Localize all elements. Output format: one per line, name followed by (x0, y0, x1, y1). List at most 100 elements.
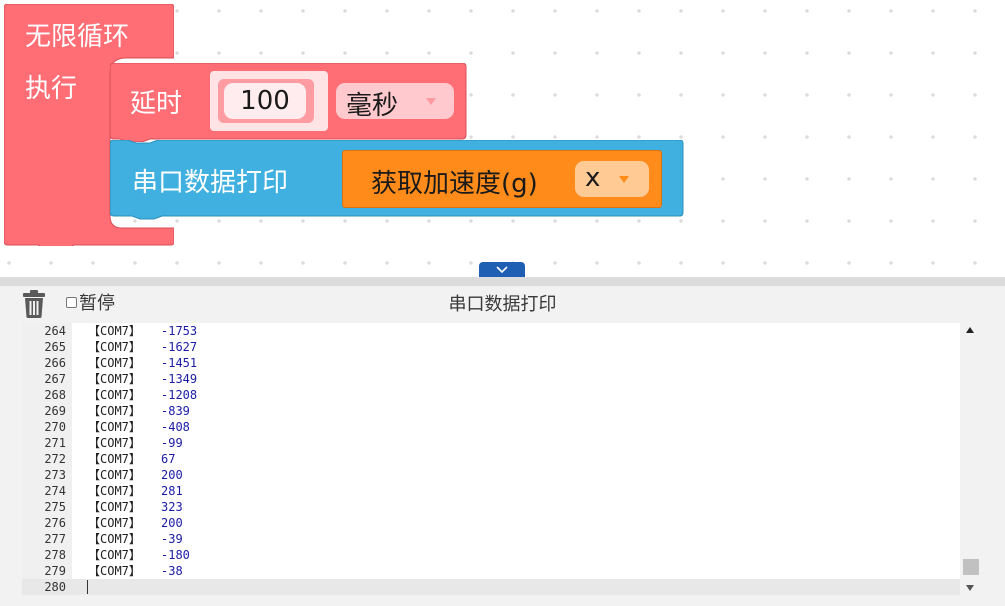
serial-output-editor[interactable]: 264 【COM7】 -1753 265 【COM7】 -1627 266 【COM7】 -14… (22, 323, 960, 595)
delay-label: 延时 (130, 89, 183, 119)
grid-dot (763, 135, 767, 139)
output-line: 275 【COM7】 323 (22, 499, 960, 515)
acceleration-label: 获取加速度(g) (371, 169, 538, 199)
grid-dot (595, 261, 599, 265)
vertical-scrollbar[interactable] (962, 323, 980, 595)
grid-dot (889, 51, 893, 55)
grid-dot (931, 9, 935, 13)
grid-dot (637, 93, 641, 97)
grid-dot (721, 51, 725, 55)
line-number: 271 (44, 436, 66, 450)
grid-dot (679, 261, 683, 265)
blockly-workspace[interactable]: 无限循环 执行 延时 100 毫秒 串口数据打印 获取加速度(g) x (0, 0, 1005, 277)
grid-dot (637, 261, 641, 265)
com-port-tag: 【COM7】 (88, 436, 141, 450)
grid-dot (847, 177, 851, 181)
grid-dot (679, 9, 683, 13)
acceleration-value: 323 (161, 500, 183, 514)
output-line: 271 【COM7】 -99 (22, 435, 960, 451)
line-number: 266 (44, 356, 66, 370)
grid-dot (763, 261, 767, 265)
grid-dot (847, 51, 851, 55)
output-line: 273 【COM7】 200 (22, 467, 960, 483)
line-number: 278 (44, 548, 66, 562)
grid-dot (805, 177, 809, 181)
scroll-up-arrow-icon[interactable] (966, 327, 974, 333)
grid-dot (217, 261, 221, 265)
grid-dot (469, 9, 473, 13)
com-port-tag: 【COM7】 (88, 532, 141, 546)
grid-dot (637, 51, 641, 55)
com-port-tag: 【COM7】 (88, 324, 141, 338)
grid-dot (973, 9, 977, 13)
grid-dot (553, 9, 557, 13)
grid-dot (469, 135, 473, 139)
acceleration-value: -1349 (161, 372, 198, 386)
com-port-tag: 【COM7】 (88, 564, 141, 578)
grid-dot (889, 177, 893, 181)
com-port-tag: 【COM7】 (88, 548, 141, 562)
acceleration-value: -38 (161, 564, 183, 578)
grid-dot (385, 261, 389, 265)
line-number: 280 (44, 580, 66, 594)
grid-dot (805, 51, 809, 55)
grid-dot (721, 261, 725, 265)
line-number: 265 (44, 340, 66, 354)
serial-print-block[interactable]: 串口数据打印 获取加速度(g) x (110, 140, 684, 220)
output-line: 268 【COM7】 -1208 (22, 387, 960, 403)
grid-dot (721, 93, 725, 97)
get-acceleration-block[interactable]: 获取加速度(g) x (342, 150, 662, 208)
delay-block[interactable]: 延时 100 毫秒 (110, 63, 467, 142)
grid-dot (763, 51, 767, 55)
scroll-down-arrow-icon[interactable] (966, 585, 974, 591)
grid-dot (217, 51, 221, 55)
grid-dot (469, 93, 473, 97)
grid-dot (847, 261, 851, 265)
grid-dot (259, 261, 263, 265)
com-port-tag: 【COM7】 (88, 420, 141, 434)
grid-dot (469, 261, 473, 265)
grid-dot (301, 261, 305, 265)
output-line: 264 【COM7】 -1753 (22, 323, 960, 339)
grid-dot (385, 51, 389, 55)
grid-dot (889, 9, 893, 13)
output-line: 272 【COM7】 67 (22, 451, 960, 467)
grid-dot (847, 9, 851, 13)
grid-dot (637, 135, 641, 139)
collapse-panel-button[interactable] (479, 262, 525, 278)
grid-dot (931, 93, 935, 97)
delay-value-field[interactable]: 100 (224, 83, 306, 119)
grid-dot (973, 261, 977, 265)
grid-dot (805, 219, 809, 223)
acceleration-value: -39 (161, 532, 183, 546)
grid-dot (889, 219, 893, 223)
com-port-tag: 【COM7】 (88, 500, 141, 514)
com-port-tag: 【COM7】 (88, 404, 141, 418)
output-line: 266 【COM7】 -1451 (22, 355, 960, 371)
grid-dot (217, 9, 221, 13)
line-number: 270 (44, 420, 66, 434)
grid-dot (763, 177, 767, 181)
grid-dot (343, 261, 347, 265)
grid-dot (175, 261, 179, 265)
axis-dropdown[interactable]: x (575, 161, 649, 197)
grid-dot (595, 9, 599, 13)
acceleration-value: 200 (161, 468, 183, 482)
delay-unit-dropdown[interactable]: 毫秒 (336, 83, 454, 121)
grid-dot (973, 177, 977, 181)
loop-do-label: 执行 (25, 74, 78, 104)
output-line: 265 【COM7】 -1627 (22, 339, 960, 355)
grid-dot (553, 51, 557, 55)
chevron-down-icon (496, 266, 508, 274)
delay-input-socket: 100 (210, 71, 328, 131)
output-line: 277 【COM7】 -39 (22, 531, 960, 547)
line-number: 273 (44, 468, 66, 482)
scrollbar-thumb[interactable] (963, 559, 979, 575)
output-line: 276 【COM7】 200 (22, 515, 960, 531)
output-line: 279 【COM7】 -38 (22, 563, 960, 579)
current-line[interactable]: 280 (22, 579, 960, 595)
grid-dot (469, 51, 473, 55)
grid-dot (679, 51, 683, 55)
panel-divider[interactable] (0, 277, 1005, 286)
grid-dot (511, 93, 515, 97)
